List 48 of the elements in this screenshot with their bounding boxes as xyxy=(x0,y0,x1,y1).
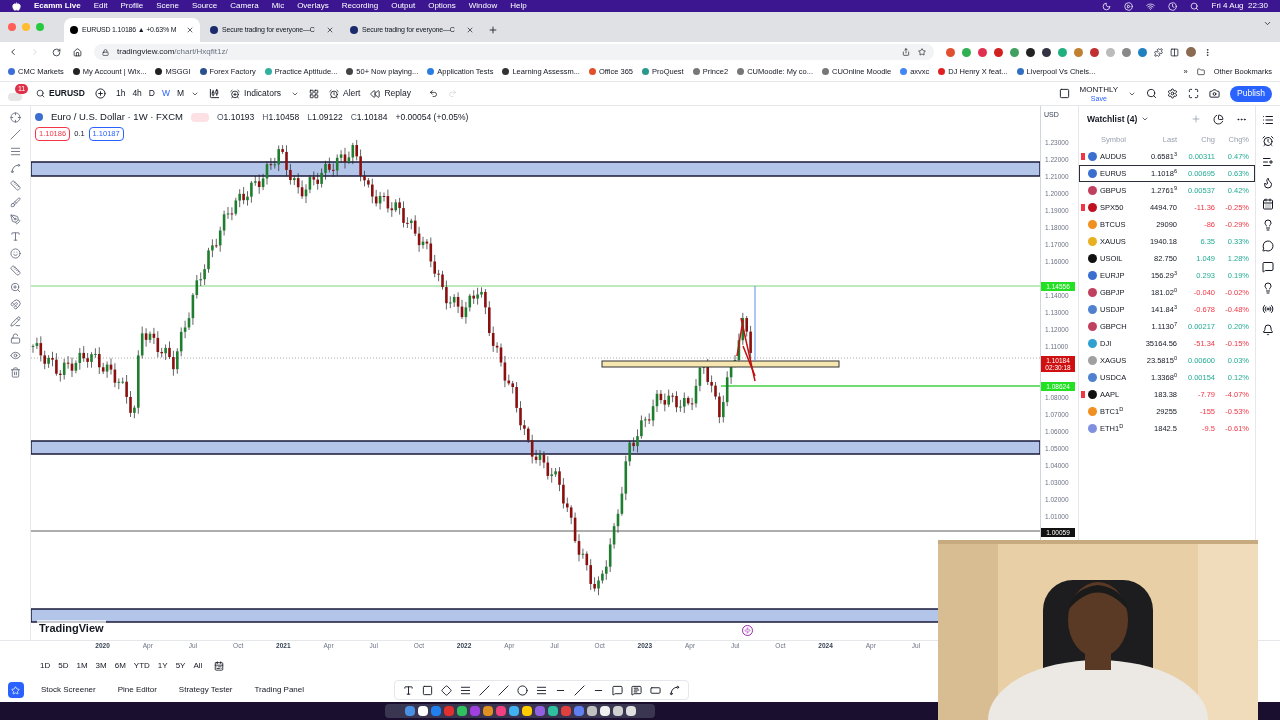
menu-item[interactable]: Profile xyxy=(120,0,144,12)
menu-item[interactable]: Mic xyxy=(271,0,285,12)
indicators-button[interactable]: Indicators xyxy=(230,87,281,100)
watchlist-title[interactable]: Watchlist (4) xyxy=(1087,112,1138,126)
interval-button[interactable]: W xyxy=(162,87,170,100)
chart-title: Euro / U.S. Dollar · 1W · FXCM xyxy=(51,110,183,124)
menu-item[interactable]: Edit xyxy=(93,0,108,12)
range-button[interactable]: 5Y xyxy=(175,660,186,672)
ohlc-value: L1.09122 xyxy=(307,110,343,124)
change-value: +0.00054 (+0.05%) xyxy=(395,110,469,124)
panel-tab[interactable]: Strategy Tester xyxy=(178,684,233,696)
layout-name[interactable]: MONTHLY xyxy=(1079,84,1119,94)
panel-tab[interactable]: Stock Screener xyxy=(41,684,96,696)
logo: TradingView xyxy=(37,620,106,637)
interval-button[interactable]: 4h xyxy=(132,87,142,100)
menu-item[interactable]: Options xyxy=(428,0,456,12)
ohlc-value: H1.10458 xyxy=(262,110,300,124)
menu-item[interactable]: Overlays xyxy=(297,0,329,12)
replay-button[interactable]: Replay xyxy=(370,87,411,100)
interval-button[interactable]: 1h xyxy=(115,87,126,100)
url-text: tradingview.com/chart/Hxqfit1z/ xyxy=(117,46,229,58)
panel-tab[interactable]: Trading Panel xyxy=(254,684,304,696)
address-field[interactable]: tradingview.com/chart/Hxqfit1z/ xyxy=(94,44,934,60)
range-button[interactable]: 6M xyxy=(114,660,126,672)
ohlc-value: C1.10184 xyxy=(350,110,388,124)
menu-item[interactable]: Scene xyxy=(156,0,179,12)
menu-item[interactable]: Source xyxy=(191,0,218,12)
menu-item[interactable]: Window xyxy=(468,0,498,12)
alert-button[interactable]: Alert xyxy=(328,87,361,100)
symbol-search[interactable]: EURUSD xyxy=(36,87,85,100)
menu-item[interactable]: Camera xyxy=(230,0,259,12)
menu-item[interactable]: Help xyxy=(510,0,527,12)
range-button[interactable]: 1D xyxy=(40,660,51,672)
range-button[interactable]: 3M xyxy=(95,660,107,672)
range-button[interactable]: YTD xyxy=(133,660,150,672)
menu-item[interactable]: Output xyxy=(391,0,416,12)
publish-button[interactable]: Publish xyxy=(1230,85,1272,102)
app-menu[interactable]: Ecamm Live xyxy=(34,0,81,12)
interval-button[interactable]: M xyxy=(177,87,185,100)
range-button[interactable]: 1Y xyxy=(157,660,168,672)
range-button[interactable]: 1M xyxy=(76,660,88,672)
interval-button[interactable]: D xyxy=(148,87,155,100)
range-button[interactable]: 5D xyxy=(58,660,69,672)
clock-text: Fri 4 Aug 22:30 xyxy=(1211,0,1268,12)
menu-item[interactable]: Recording xyxy=(341,0,379,12)
ohlc-value: O1.10193 xyxy=(216,110,255,124)
panel-tab[interactable]: Pine Editor xyxy=(117,684,157,696)
range-button[interactable]: All xyxy=(193,660,203,672)
